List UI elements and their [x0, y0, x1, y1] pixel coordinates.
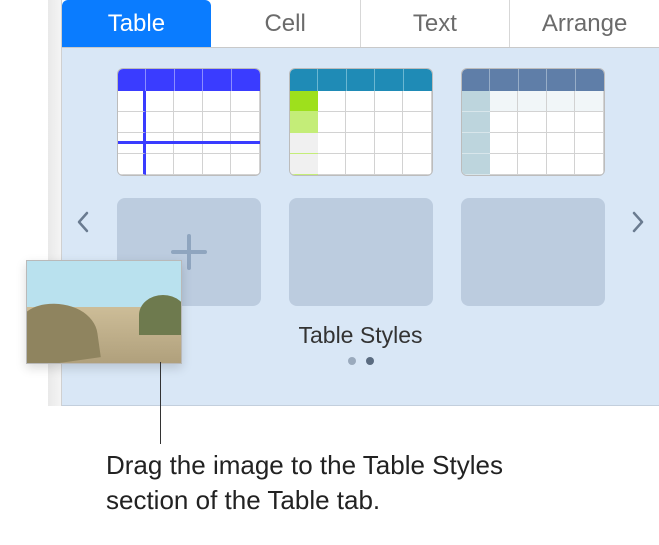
table-style-row [62, 68, 659, 176]
callout-leader-line [160, 362, 161, 444]
tab-cell[interactable]: Cell [211, 0, 361, 47]
table-style-thumbnail[interactable] [289, 68, 433, 176]
empty-style-slot[interactable] [289, 198, 433, 306]
prev-styles-icon[interactable] [76, 208, 90, 240]
tab-arrange[interactable]: Arrange [510, 0, 659, 47]
callout-text: Drag the image to the Table Styles secti… [106, 448, 546, 518]
page-dot[interactable] [348, 357, 356, 365]
dragged-image-thumbnail[interactable] [26, 260, 182, 364]
tab-table[interactable]: Table [62, 0, 211, 47]
next-styles-icon[interactable] [631, 208, 645, 240]
inspector-tabbar: Table Cell Text Arrange [62, 0, 659, 48]
table-style-thumbnail[interactable] [461, 68, 605, 176]
empty-style-slot[interactable] [461, 198, 605, 306]
tab-text[interactable]: Text [361, 0, 511, 47]
page-dot[interactable] [366, 357, 374, 365]
table-style-thumbnail[interactable] [117, 68, 261, 176]
